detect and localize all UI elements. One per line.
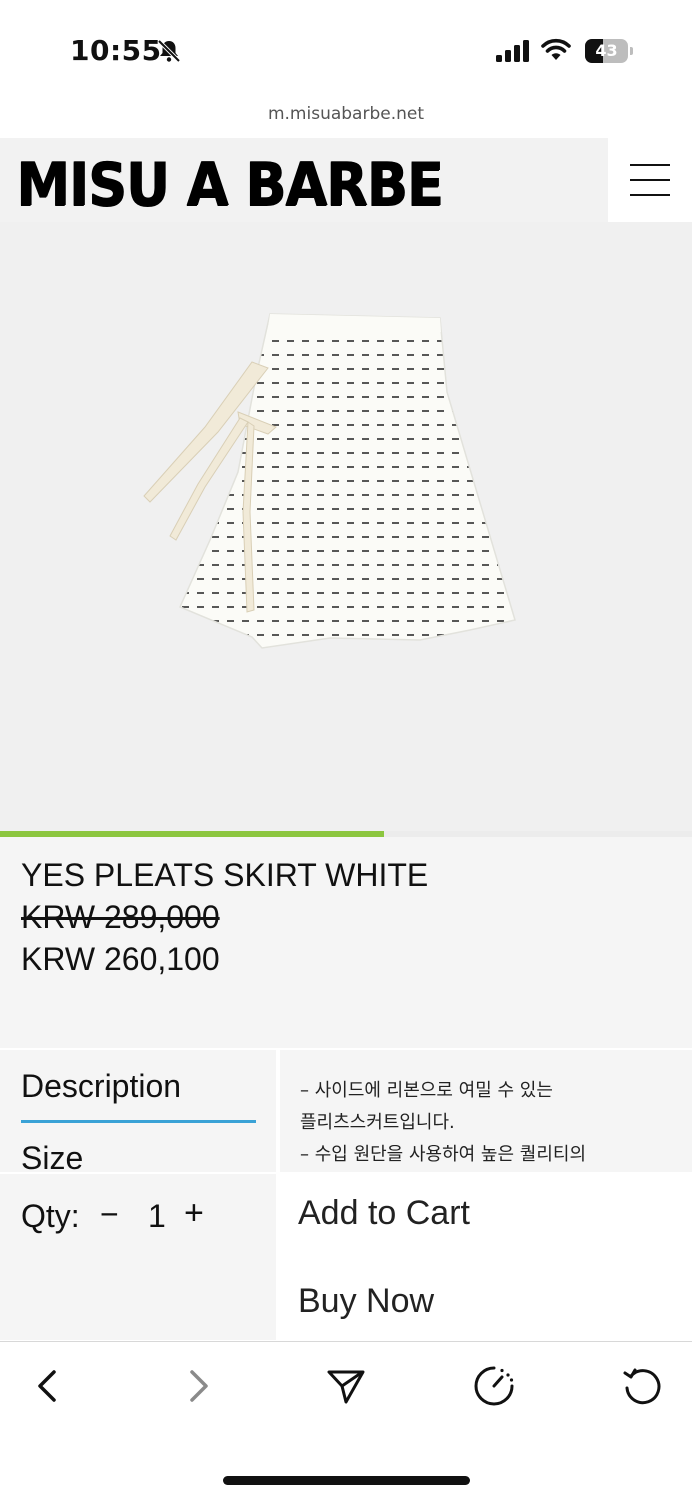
- speed-dial-icon[interactable]: [472, 1364, 516, 1408]
- battery-level: 43: [595, 41, 618, 60]
- buy-now-label: Buy Now: [298, 1282, 435, 1320]
- add-to-cart-label: Add to Cart: [298, 1194, 470, 1232]
- forward-icon[interactable]: [176, 1364, 220, 1408]
- product-image[interactable]: [0, 222, 692, 832]
- product-info: YES PLEATS SKIRT WHITE KRW 289,000 KRW 2…: [0, 837, 692, 1048]
- description-panel: – 사이드에 리본으로 여밀 수 있는 플리츠스커트입니다. – 수입 원단을 …: [280, 1050, 692, 1172]
- bell-slash-icon: [157, 39, 181, 63]
- description-line: – 사이드에 리본으로 여밀 수 있는: [300, 1080, 553, 1101]
- tab-size[interactable]: Size: [21, 1140, 83, 1172]
- hamburger-menu-icon[interactable]: [608, 138, 692, 222]
- active-tab-indicator: [21, 1120, 256, 1123]
- description-line: 플리츠스커트입니다.: [300, 1112, 455, 1133]
- product-name: YES PLEATS SKIRT WHITE: [21, 857, 429, 893]
- tab-description[interactable]: Description: [21, 1068, 181, 1105]
- status-time: 10:55: [70, 34, 162, 67]
- quantity-label: Qty:: [21, 1198, 80, 1234]
- detail-tabs: Description Size: [0, 1050, 276, 1172]
- quantity-decrease-button[interactable]: −: [100, 1196, 119, 1233]
- cellular-signal-icon: [496, 40, 529, 62]
- quantity-value: 1: [148, 1198, 166, 1234]
- sale-price: KRW 260,100: [21, 941, 220, 977]
- battery-icon: 43: [585, 39, 633, 63]
- quantity-increase-button[interactable]: +: [184, 1194, 204, 1233]
- buy-now-button[interactable]: Buy Now: [278, 1258, 692, 1340]
- reload-icon[interactable]: [620, 1364, 664, 1408]
- skirt-photo: [143, 313, 516, 649]
- home-indicator[interactable]: [223, 1476, 470, 1485]
- site-header: MISU A BARBE: [0, 138, 692, 222]
- back-icon[interactable]: [26, 1364, 70, 1408]
- add-to-cart-button[interactable]: Add to Cart: [278, 1174, 692, 1254]
- original-price: KRW 289,000: [21, 899, 220, 935]
- share-icon[interactable]: [324, 1364, 368, 1408]
- wifi-icon: [541, 38, 571, 60]
- url-bar[interactable]: m.misuabarbe.net: [0, 96, 692, 138]
- status-bar: 10:55 43: [0, 0, 692, 96]
- quantity-panel: Qty: − 1 +: [0, 1174, 276, 1340]
- description-line: – 수입 원단을 사용하여 높은 퀄리티의: [300, 1144, 587, 1165]
- site-logo[interactable]: MISU A BARBE: [16, 150, 444, 219]
